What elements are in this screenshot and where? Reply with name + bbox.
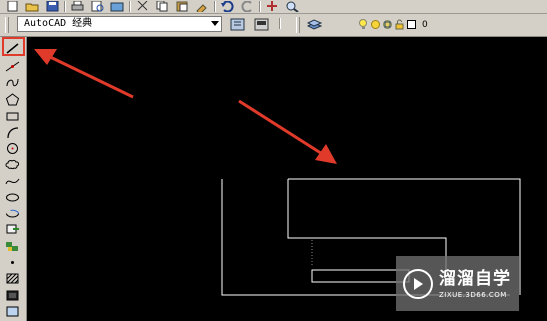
chevron-down-icon[interactable] xyxy=(211,21,219,26)
play-logo-icon xyxy=(403,268,433,299)
light-bulb-icon[interactable] xyxy=(358,19,369,30)
zoom-icon[interactable] xyxy=(284,1,300,12)
ellipse-arc-icon[interactable] xyxy=(4,206,21,220)
annotation-arrows xyxy=(34,49,337,164)
arrowhead-right xyxy=(315,144,337,164)
gradient-icon[interactable] xyxy=(4,288,21,302)
save-icon[interactable] xyxy=(44,1,60,12)
toolbar-separator xyxy=(64,1,65,12)
drawn-rectangle-small xyxy=(311,269,410,283)
spline-icon[interactable] xyxy=(4,174,21,188)
rectangle-icon[interactable] xyxy=(4,109,21,123)
draw-toolbar xyxy=(0,37,27,321)
toolbar-separator xyxy=(259,1,260,12)
line-tool-highlight xyxy=(2,37,25,56)
copy-icon[interactable] xyxy=(154,1,170,12)
annotation-arrow-to-line-tool xyxy=(45,53,134,99)
toolbar-separator xyxy=(214,1,215,12)
workspaces-toolbar: AutoCAD 经典 0 xyxy=(0,14,547,37)
layer-control[interactable]: 0 xyxy=(358,17,428,32)
workspace-select[interactable]: AutoCAD 经典 xyxy=(17,16,222,32)
workspace-settings-button[interactable] xyxy=(229,17,246,32)
toolbar-separator xyxy=(129,1,130,12)
polygon-icon[interactable] xyxy=(4,92,21,106)
toolbar-separator xyxy=(279,18,280,29)
toolbar-grip[interactable] xyxy=(296,17,300,33)
polyline-icon[interactable] xyxy=(4,75,21,89)
preview-icon[interactable] xyxy=(89,1,105,12)
ellipse-icon[interactable] xyxy=(4,190,21,204)
layer-name: 0 xyxy=(422,19,428,30)
sun-icon[interactable] xyxy=(370,19,381,30)
annotation-arrow-to-canvas xyxy=(238,99,328,159)
layer-color-swatch[interactable] xyxy=(406,19,417,30)
watermark-url: ZIXUE.3D66.COM xyxy=(439,290,507,299)
publish-icon[interactable] xyxy=(109,1,125,12)
pan-icon[interactable] xyxy=(264,1,280,12)
workspace-select-value: AutoCAD 经典 xyxy=(24,18,93,29)
layer-manager-button[interactable] xyxy=(306,17,323,32)
undo-icon[interactable] xyxy=(219,1,235,12)
open-file-icon[interactable] xyxy=(24,1,40,12)
redo-icon[interactable] xyxy=(239,1,255,12)
viewport-freeze-icon[interactable] xyxy=(382,19,393,30)
insert-block-icon[interactable] xyxy=(4,222,21,236)
match-properties-icon[interactable] xyxy=(194,1,210,12)
make-block-icon[interactable] xyxy=(4,239,21,253)
region-icon[interactable] xyxy=(4,304,21,318)
point-icon[interactable] xyxy=(4,255,21,269)
toolbar-grip[interactable] xyxy=(5,17,9,33)
standard-toolbar xyxy=(0,0,547,14)
workspace-save-button[interactable] xyxy=(253,17,270,32)
revision-cloud-icon[interactable] xyxy=(4,157,21,171)
construction-line-icon[interactable] xyxy=(4,59,21,73)
lock-icon[interactable] xyxy=(394,19,405,30)
circle-icon[interactable] xyxy=(4,141,21,155)
arc-icon[interactable] xyxy=(4,125,21,139)
hatch-icon[interactable] xyxy=(4,271,21,285)
watermark: 溜溜自学 ZIXUE.3D66.COM xyxy=(396,256,519,311)
new-file-icon[interactable] xyxy=(4,1,20,12)
print-icon[interactable] xyxy=(69,1,85,12)
cut-icon[interactable] xyxy=(134,1,150,12)
watermark-title: 溜溜自学 xyxy=(439,268,511,289)
paste-icon[interactable] xyxy=(174,1,190,12)
